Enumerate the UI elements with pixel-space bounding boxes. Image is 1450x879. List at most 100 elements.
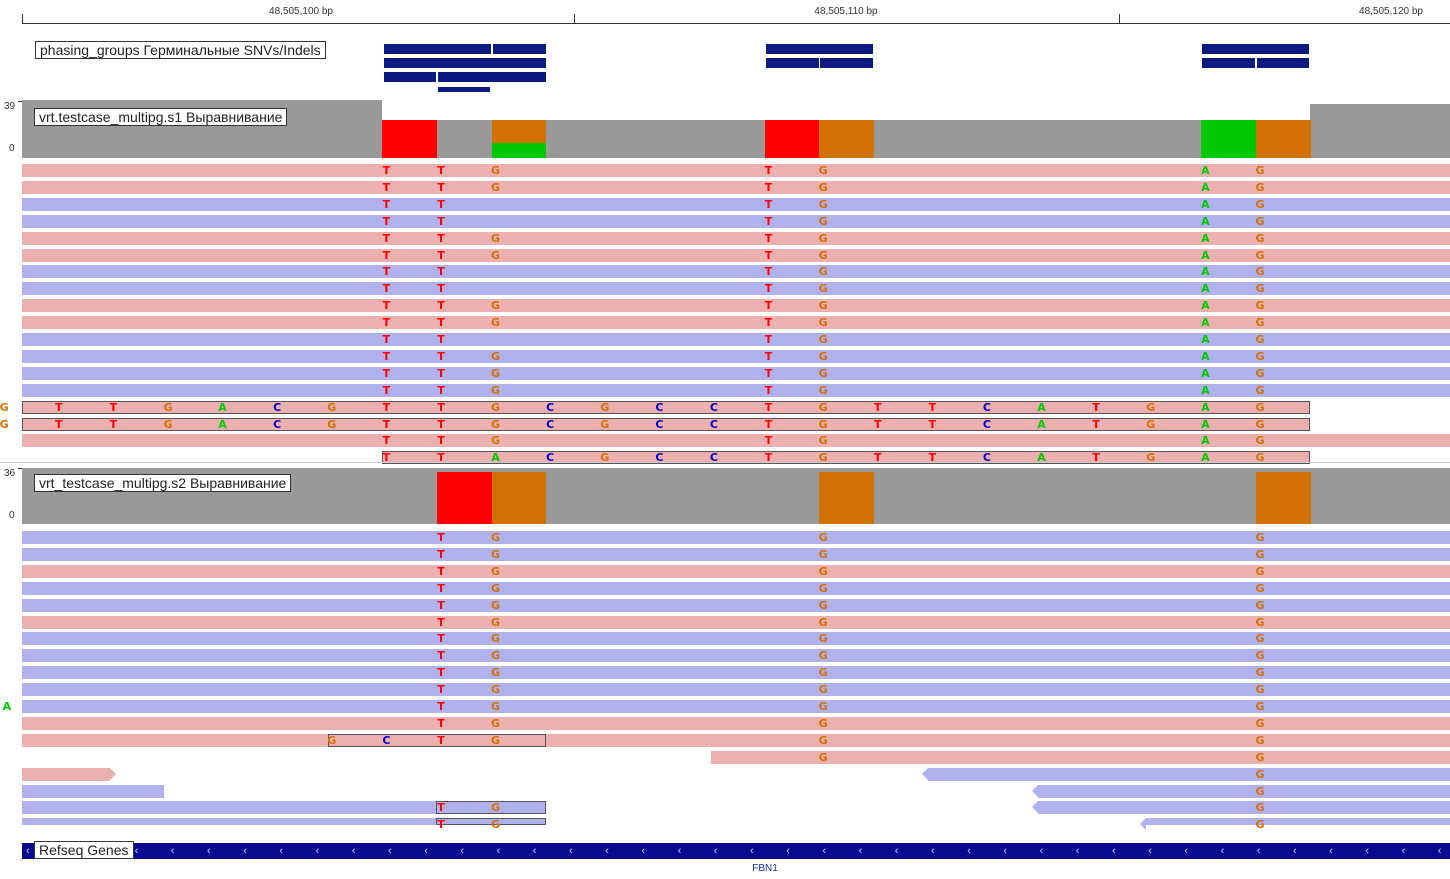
base-mismatch-t[interactable]: T — [435, 164, 447, 177]
base-mismatch-t[interactable]: T — [380, 299, 392, 312]
read-alignment[interactable] — [22, 214, 1450, 228]
read-alignment[interactable] — [22, 333, 1450, 346]
read-alignment[interactable] — [22, 316, 1450, 330]
base-mismatch-t[interactable]: T — [435, 599, 447, 612]
read-alignment[interactable] — [22, 531, 1450, 544]
read-alignment[interactable] — [22, 767, 110, 781]
base-mismatch-g[interactable]: G — [1254, 616, 1266, 629]
s1-track-label[interactable]: vrt.testcase_multipg.s1 Выравнивание — [34, 108, 288, 126]
base-mismatch-t[interactable]: T — [435, 249, 447, 262]
base-mismatch-g[interactable]: G — [817, 548, 829, 561]
base-mismatch-t[interactable]: T — [380, 401, 392, 414]
base-mismatch-g[interactable]: G — [817, 531, 829, 544]
base-mismatch-g[interactable]: G — [1254, 350, 1266, 363]
read-alignment[interactable] — [22, 180, 1450, 194]
base-mismatch-g[interactable]: G — [490, 299, 502, 312]
phasing-feature[interactable] — [438, 87, 490, 92]
read-alignment[interactable] — [22, 349, 1450, 363]
base-mismatch-t[interactable]: T — [380, 215, 392, 228]
base-mismatch-t[interactable]: T — [1090, 401, 1102, 414]
base-mismatch-a[interactable]: A — [1199, 282, 1211, 295]
base-mismatch-t[interactable]: T — [435, 666, 447, 679]
read-alignment[interactable] — [22, 197, 1450, 211]
base-mismatch-c[interactable]: C — [544, 418, 556, 431]
read-alignment[interactable] — [22, 383, 1450, 397]
base-mismatch-g[interactable]: G — [1254, 181, 1266, 194]
base-mismatch-t[interactable]: T — [763, 350, 775, 363]
read-alignment[interactable] — [22, 615, 1450, 629]
base-mismatch-g[interactable]: G — [1254, 632, 1266, 645]
base-mismatch-g[interactable]: G — [1254, 215, 1266, 228]
base-mismatch-g[interactable]: G — [490, 666, 502, 679]
read-alignment[interactable] — [22, 666, 1450, 680]
base-mismatch-g[interactable]: G — [1254, 785, 1266, 798]
base-mismatch-t[interactable]: T — [380, 316, 392, 329]
read-alignment[interactable] — [22, 282, 1450, 296]
base-mismatch-a[interactable]: A — [1199, 333, 1211, 346]
read-alignment[interactable] — [22, 581, 1450, 595]
base-mismatch-a[interactable]: A — [1199, 265, 1211, 278]
base-mismatch-g[interactable]: G — [1254, 548, 1266, 561]
base-mismatch-g[interactable]: G — [1254, 401, 1266, 414]
phasing-feature[interactable] — [384, 44, 491, 54]
base-mismatch-g[interactable]: G — [1254, 434, 1266, 447]
base-mismatch-t[interactable]: T — [926, 418, 938, 431]
coverage-allele-segment[interactable] — [819, 120, 874, 158]
base-mismatch-g[interactable]: G — [817, 316, 829, 329]
s2-track-label[interactable]: vrt_testcase_multipg.s2 Выравнивание — [34, 474, 292, 492]
coverage-allele-segment[interactable] — [764, 120, 820, 158]
base-mismatch-t[interactable]: T — [763, 418, 775, 431]
read-alignment[interactable] — [22, 683, 1450, 697]
base-mismatch-t[interactable]: T — [435, 801, 447, 814]
base-mismatch-t[interactable]: T — [107, 401, 119, 414]
base-mismatch-t[interactable]: T — [435, 265, 447, 278]
base-mismatch-t[interactable]: T — [435, 548, 447, 561]
position-ruler[interactable]: 48,505,100 bp 48,505,110 bp 48,505,120 b… — [22, 0, 1450, 26]
phasing-track-label[interactable]: phasing_groups Герминальные SNVs/Indels — [35, 41, 326, 59]
base-mismatch-c[interactable]: C — [708, 418, 720, 431]
genome-viewer[interactable]: 48,505,100 bp 48,505,110 bp 48,505,120 b… — [0, 0, 1450, 879]
read-alignment[interactable] — [22, 716, 1450, 730]
base-mismatch-g[interactable]: G — [817, 265, 829, 278]
base-mismatch-g[interactable]: G — [490, 316, 502, 329]
base-mismatch-g[interactable]: G — [1254, 164, 1266, 177]
phasing-feature[interactable] — [820, 58, 873, 68]
coverage-allele-segment[interactable] — [1255, 472, 1311, 524]
base-mismatch-g[interactable]: G — [326, 401, 338, 414]
base-mismatch-g[interactable]: G — [1254, 299, 1266, 312]
base-mismatch-t[interactable]: T — [435, 418, 447, 431]
base-mismatch-t[interactable]: T — [435, 384, 447, 397]
base-mismatch-g[interactable]: G — [1254, 683, 1266, 696]
base-mismatch-g[interactable]: G — [817, 401, 829, 414]
base-mismatch-a[interactable]: A — [217, 418, 229, 431]
base-mismatch-g[interactable]: G — [599, 418, 611, 431]
phasing-feature[interactable] — [766, 44, 873, 54]
base-mismatch-c[interactable]: C — [653, 418, 665, 431]
coverage-allele-segment[interactable] — [491, 120, 547, 143]
base-mismatch-g[interactable]: G — [490, 734, 502, 747]
read-alignment[interactable] — [22, 417, 1310, 431]
base-mismatch-g[interactable]: G — [817, 666, 829, 679]
base-mismatch-g[interactable]: G — [326, 734, 338, 747]
read-alignment[interactable] — [22, 733, 1450, 747]
read-alignment[interactable] — [22, 366, 1450, 380]
base-mismatch-g[interactable]: G — [490, 350, 502, 363]
base-mismatch-g[interactable]: G — [490, 531, 502, 544]
base-mismatch-g[interactable]: G — [817, 232, 829, 245]
base-mismatch-c[interactable]: C — [380, 734, 392, 747]
base-mismatch-g[interactable]: G — [490, 632, 502, 645]
base-mismatch-t[interactable]: T — [380, 367, 392, 380]
base-mismatch-g[interactable]: G — [1254, 582, 1266, 595]
base-mismatch-g[interactable]: G — [490, 418, 502, 431]
base-mismatch-t[interactable]: T — [763, 299, 775, 312]
base-mismatch-t[interactable]: T — [435, 401, 447, 414]
read-alignment[interactable] — [22, 164, 1450, 177]
base-mismatch-g[interactable]: G — [490, 700, 502, 713]
coverage-allele-segment[interactable] — [1201, 120, 1256, 158]
base-mismatch-g[interactable]: G — [1254, 531, 1266, 544]
base-mismatch-c[interactable]: C — [981, 401, 993, 414]
base-mismatch-g[interactable]: G — [1254, 249, 1266, 262]
base-mismatch-g[interactable]: G — [162, 418, 174, 431]
base-mismatch-a[interactable]: A — [1199, 384, 1211, 397]
base-mismatch-t[interactable]: T — [435, 333, 447, 346]
